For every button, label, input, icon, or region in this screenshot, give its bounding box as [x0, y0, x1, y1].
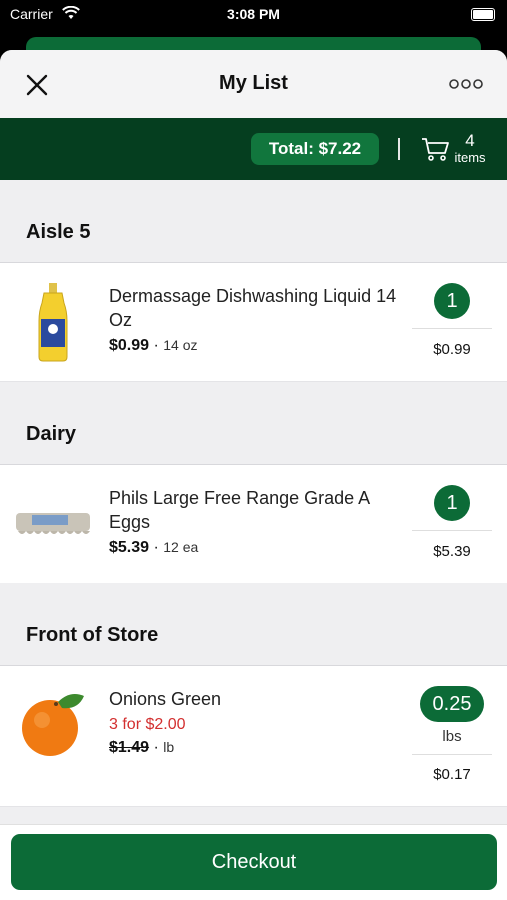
line-total: $0.17: [433, 766, 471, 783]
quantity-button[interactable]: 0.25: [420, 686, 484, 722]
section-title: Dairy: [26, 423, 77, 445]
page-title: My List: [219, 72, 288, 94]
quantity-button[interactable]: 1: [434, 485, 470, 521]
quantity-control: 1 $0.99: [412, 263, 492, 381]
total-badge[interactable]: Total: $7.22: [251, 133, 379, 165]
product-name: Dermassage Dishwashing Liquid 14 Oz: [109, 286, 397, 330]
line-total: $0.99: [433, 341, 471, 358]
product-price-line: $1.49 · lb: [109, 739, 175, 756]
orange-image: [22, 694, 84, 756]
product-name: Onions Green: [109, 689, 222, 709]
more-options-icon[interactable]: [449, 76, 483, 92]
divider: [398, 138, 400, 160]
cart-icon[interactable]: [420, 136, 450, 162]
product-size: lb: [163, 739, 175, 755]
dish-soap-image: [38, 283, 68, 362]
quantity-control: 0.25 lbs $0.17: [412, 666, 492, 806]
product-price-line: $0.99 · 14 oz: [109, 337, 198, 354]
section-title: Aisle 5: [26, 221, 91, 243]
section-header: Aisle 5: [0, 180, 507, 263]
cart-items-label: items: [454, 150, 486, 165]
quantity-button[interactable]: 1: [434, 283, 470, 319]
battery-icon: [471, 8, 495, 21]
cart-item-count: 4: [465, 131, 475, 150]
list-item[interactable]: Onions Green 3 for $2.00 $1.49 · lb 0.25…: [0, 666, 507, 807]
section-title: Front of Store: [26, 624, 159, 646]
checkout-button[interactable]: Checkout: [11, 834, 497, 890]
status-bar: Carrier 3:08 PM: [0, 0, 507, 30]
sale-price: 3 for $2.00: [109, 716, 186, 733]
quantity-unit: lbs: [442, 728, 462, 745]
list-item[interactable]: Dermassage Dishwashing Liquid 14 Oz $0.9…: [0, 263, 507, 382]
product-size: 14 oz: [163, 337, 198, 353]
footer-bar: Checkout: [0, 824, 507, 900]
product-price: $5.39: [109, 539, 150, 556]
clock: 3:08 PM: [227, 6, 280, 22]
regular-price: $1.49: [109, 739, 150, 756]
my-list-sheet: My List Total: $7.22 4 items Aisle 5 Der…: [0, 50, 507, 900]
product-price-line: $5.39 · 12 ea: [109, 539, 199, 556]
line-total: $5.39: [433, 543, 471, 560]
nav-bar: My List: [0, 50, 507, 118]
product-name: Phils Large Free Range Grade A Eggs: [109, 488, 370, 532]
divider: [412, 754, 492, 755]
section-header: Dairy: [0, 382, 507, 465]
summary-banner: Total: $7.22 4 items: [0, 118, 507, 180]
list-item[interactable]: Phils Large Free Range Grade A Eggs $5.3…: [0, 465, 507, 584]
product-price: $0.99: [109, 337, 150, 354]
section-header: Front of Store: [0, 583, 507, 666]
product-size: 12 ea: [163, 539, 199, 555]
quantity-control: 1 $5.39: [412, 465, 492, 583]
divider: [412, 530, 492, 531]
divider: [412, 328, 492, 329]
eggs-carton-image: [16, 513, 90, 534]
